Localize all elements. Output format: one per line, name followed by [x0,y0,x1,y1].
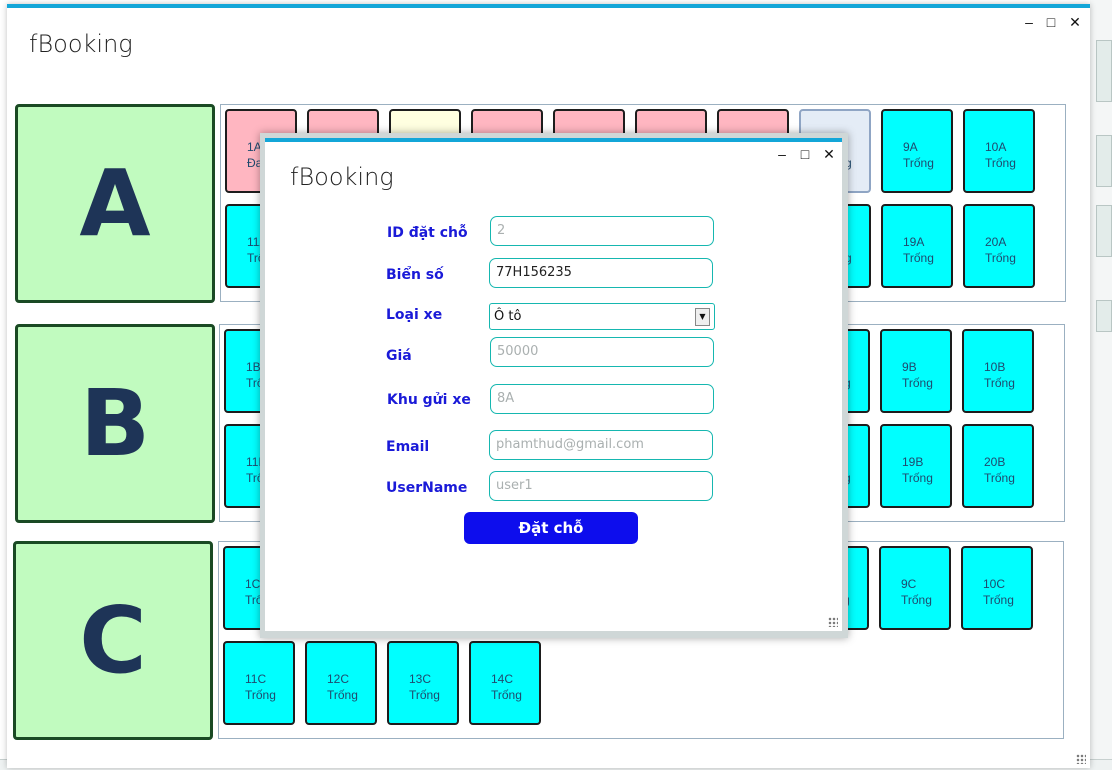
slot-id: 9C [901,577,917,591]
slot-status: Trống [903,251,934,265]
slot-status: Trống [491,688,522,702]
slot-id: 10A [985,140,1007,154]
slot-11c[interactable]: 11C Trống [223,641,295,725]
slot-10b[interactable]: 10B Trống [962,329,1034,413]
zone-c-tile: C [13,541,213,740]
slot-status: Trống [245,688,276,702]
slot-status: Trống [984,471,1015,485]
slot-20b[interactable]: 20B Trống [962,424,1034,508]
minimize-button[interactable]: – [1018,14,1040,30]
slot-id: 20A [985,235,1007,249]
plate-input[interactable]: 77H156235 [489,258,713,288]
slot-14c[interactable]: 14C Trống [469,641,541,725]
zone-input[interactable]: 8A [490,384,714,414]
booking-dialog: fBooking – □ ✕ ID đặt chỗ 2 Biển số 77H1… [260,133,848,638]
slot-id: 9B [902,360,917,374]
slot-status: Trống [985,251,1016,265]
window-title: fBooking [29,30,133,58]
book-button[interactable]: Đặt chỗ [464,512,638,544]
slot-id: 13C [409,672,432,686]
slot-status: Trống [327,688,358,702]
slot-status: Trống [985,156,1016,170]
plate-label: Biển số [386,267,444,283]
dialog-title: fBooking [290,163,394,191]
slot-9b[interactable]: 9B Trống [880,329,952,413]
slot-status: g [845,251,852,265]
slot-status: g [845,156,852,170]
slot-id: 11C [245,672,267,686]
vehicle-type-value: Ô tô [494,309,522,324]
price-input[interactable]: 50000 [490,337,714,367]
maximize-button[interactable]: □ [1040,14,1062,30]
slot-status: Trống [409,688,440,702]
vehicle-type-select[interactable]: Ô tô ▼ [489,303,715,330]
slot-10c[interactable]: 10C Trống [961,546,1033,630]
slot-id: 19A [903,235,925,249]
price-label: Giá [386,348,412,364]
booking-dialog-body: fBooking – □ ✕ ID đặt chỗ 2 Biển số 77H1… [265,138,842,631]
slot-id: 20B [984,455,1006,469]
slot-status: Trống [901,593,932,607]
background-window-edge [1090,0,1112,770]
slot-19a[interactable]: 19A Trống [881,204,953,288]
slot-13c[interactable]: 13C Trống [387,641,459,725]
background-block [1096,300,1112,332]
zone-label: Khu gửi xe [387,392,471,408]
slot-19b[interactable]: 19B Trống [880,424,952,508]
slot-20a[interactable]: 20A Trống [963,204,1035,288]
slot-id: 10B [984,360,1006,374]
dialog-close-button[interactable]: ✕ [819,146,839,162]
vehicle-type-label: Loại xe [386,307,443,323]
background-block [1096,135,1112,187]
dialog-minimize-button[interactable]: – [772,146,792,162]
dropdown-arrow-icon[interactable]: ▼ [695,308,710,326]
email-input[interactable]: phamthud@gmail.com [489,430,713,460]
slot-status: Trống [902,471,933,485]
slot-id: 12C [327,672,350,686]
slot-12c[interactable]: 12C Trống [305,641,377,725]
slot-id: 19B [902,455,924,469]
id-label: ID đặt chỗ [387,225,468,241]
background-block [1096,40,1112,102]
slot-id: 10C [983,577,1006,591]
slot-status: Trống [902,376,933,390]
slot-status: Trống [983,593,1014,607]
username-input[interactable]: user1 [489,471,713,501]
id-input[interactable]: 2 [490,216,714,246]
slot-id: 14C [491,672,514,686]
slot-10a[interactable]: 10A Trống [963,109,1035,193]
slot-id: 9A [903,140,918,154]
slot-9c[interactable]: 9C Trống [879,546,951,630]
email-label: Email [386,439,430,455]
background-block [1096,205,1112,257]
slot-status: Trống [903,156,934,170]
slot-status: Trống [984,376,1015,390]
resize-grip-icon[interactable] [1076,754,1086,764]
dialog-maximize-button[interactable]: □ [795,146,815,162]
zone-b-tile: B [15,324,215,523]
slot-9a[interactable]: 9A Trống [881,109,953,193]
username-label: UserName [386,480,468,496]
close-button[interactable]: ✕ [1064,14,1086,30]
zone-a-tile: A [15,104,215,303]
dialog-resize-grip-icon[interactable] [828,617,838,627]
